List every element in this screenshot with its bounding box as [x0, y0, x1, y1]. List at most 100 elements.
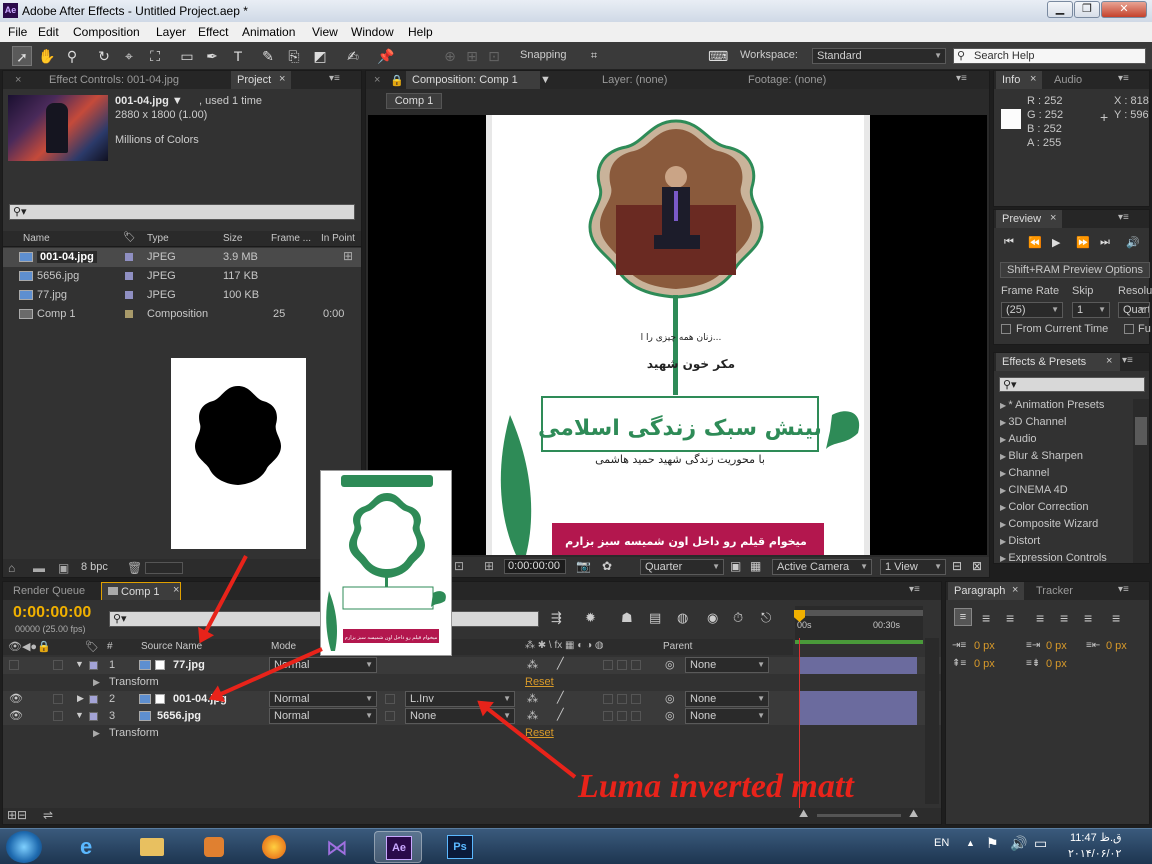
pan-behind-tool-icon[interactable]: ⛶	[145, 46, 165, 66]
quality-switch-icon[interactable]: ╱	[557, 691, 564, 704]
eraser-tool-icon[interactable]: ◩	[310, 46, 330, 66]
effects-category[interactable]: ▶ Expression Controls	[1000, 552, 1107, 563]
flowchart-icon[interactable]: ⊞	[343, 249, 353, 263]
layer-parent-select[interactable]: None	[685, 708, 769, 724]
file-explorer-icon[interactable]	[128, 831, 176, 863]
layer-label-swatch[interactable]	[89, 695, 98, 704]
puppet-pin-tool-icon[interactable]: 📌	[376, 46, 396, 66]
skip-select[interactable]: 1	[1072, 302, 1110, 318]
prev-frame-icon[interactable]: ⏪	[1028, 236, 1042, 249]
space-before-value[interactable]: 0 px	[974, 658, 995, 670]
menu-animation[interactable]: Animation	[242, 25, 295, 39]
selection-tool-icon[interactable]: ➚	[12, 46, 32, 66]
indent-first-value[interactable]: 0 px	[1046, 640, 1067, 652]
indent-left-value[interactable]: 0 px	[974, 640, 995, 652]
clock-date[interactable]: ۲۰۱۴/۰۶/۰۲	[1068, 847, 1121, 860]
pen-tool-icon[interactable]: ✒	[202, 46, 222, 66]
audio-icon[interactable]: 🔊	[1126, 236, 1140, 249]
layer-label-swatch[interactable]	[89, 712, 98, 721]
firefox-icon[interactable]	[250, 831, 298, 863]
label-swatch[interactable]	[125, 291, 133, 299]
time-ruler[interactable]: 00s 00:30s	[795, 606, 923, 644]
tab-close-icon[interactable]: ×	[1050, 212, 1056, 224]
camera-tool-icon[interactable]: ⌖	[119, 46, 139, 66]
panel-close-icon[interactable]: ×	[9, 71, 27, 89]
tab-tracker[interactable]: Tracker	[1030, 582, 1079, 600]
reset-link[interactable]: Reset	[525, 676, 554, 688]
tab-composition[interactable]: Composition: Comp 1	[406, 71, 540, 89]
workspace-select[interactable]: Standard	[812, 48, 946, 64]
view-layout-select[interactable]: 1 View	[880, 559, 946, 575]
full-screen-checkbox[interactable]	[1124, 324, 1134, 334]
layer-mode-select[interactable]: Normal	[269, 708, 377, 724]
panel-menu-icon[interactable]: ▾≡	[1118, 584, 1129, 595]
layer-label-swatch[interactable]	[89, 661, 98, 670]
snap-icon[interactable]: ⌗	[584, 46, 604, 66]
project-item-row[interactable]: Comp 1 Composition 25 0:00	[3, 305, 361, 324]
ram-preview-options[interactable]: Shift+RAM Preview Options	[1000, 262, 1150, 278]
fast-previews-icon[interactable]: ▣	[730, 559, 741, 573]
expand-arrow-icon[interactable]: ▶	[93, 677, 100, 688]
label-swatch[interactable]	[125, 310, 133, 318]
close-button[interactable]: ✕	[1101, 1, 1147, 18]
type-tool-icon[interactable]: T	[228, 46, 248, 66]
work-area-bar[interactable]	[795, 640, 923, 644]
timeline-scrollbar[interactable]	[925, 638, 939, 804]
after-effects-taskbar-icon[interactable]: Ae	[374, 831, 422, 863]
panel-menu-icon[interactable]: ▾≡	[329, 73, 340, 84]
tab-footage[interactable]: Footage: (none)	[742, 71, 832, 89]
frame-blending-icon[interactable]: ▤	[649, 610, 661, 626]
lock-toggle[interactable]	[53, 711, 63, 721]
effects-category[interactable]: ▶ Audio	[1000, 433, 1037, 445]
pickwhip-icon[interactable]: ◎	[665, 709, 675, 722]
menu-view[interactable]: View	[312, 25, 338, 39]
layer-1-transform[interactable]: ▶ Transform Reset	[3, 675, 941, 692]
align-center-icon[interactable]: ≡	[982, 610, 990, 626]
bpc-label[interactable]: 8 bpc	[81, 561, 108, 573]
region-of-interest-icon[interactable]: ⊡	[454, 559, 464, 573]
clone-stamp-tool-icon[interactable]: ⎘	[284, 46, 304, 66]
stopwatch-icon[interactable]: ⏱	[733, 610, 743, 626]
layer-parent-select[interactable]: None	[685, 657, 769, 673]
project-item-row[interactable]: 77.jpg JPEG 100 KB	[3, 286, 361, 305]
mask-tool-icon[interactable]: ▭	[177, 46, 197, 66]
layer-name[interactable]: 77.jpg	[173, 659, 205, 671]
tab-audio[interactable]: Audio	[1048, 71, 1088, 89]
layer-1-duration-bar[interactable]	[799, 657, 917, 674]
minimize-button[interactable]: ▁	[1047, 1, 1073, 18]
visual-studio-icon[interactable]: ⋈	[312, 831, 360, 863]
new-composition-icon[interactable]: ▣	[58, 561, 69, 575]
zoom-tool-icon[interactable]: ⚲	[62, 46, 82, 66]
effects-category[interactable]: ▶ 3D Channel	[1000, 416, 1066, 428]
camera-select[interactable]: Active Camera	[772, 559, 872, 575]
menu-window[interactable]: Window	[351, 25, 394, 39]
layer-3-transform[interactable]: ▶ Transform Reset	[3, 726, 941, 743]
eye-icon[interactable]: 👁	[9, 692, 23, 705]
hand-tool-icon[interactable]: ✋	[37, 46, 57, 66]
layer-3-duration-bar[interactable]	[799, 708, 917, 725]
effects-category[interactable]: ▶ Color Correction	[1000, 501, 1088, 513]
col-name[interactable]: Name	[23, 233, 50, 244]
roto-brush-tool-icon[interactable]: ✍	[343, 46, 363, 66]
reset-link[interactable]: Reset	[525, 727, 554, 739]
media-player-icon[interactable]	[190, 831, 238, 863]
maximize-button[interactable]: ❐	[1074, 1, 1100, 18]
quality-switch-icon[interactable]: ╱	[557, 657, 564, 670]
layer-2-duration-bar[interactable]	[799, 691, 917, 708]
menu-composition[interactable]: Composition	[73, 25, 140, 39]
play-icon[interactable]: ▶	[1052, 236, 1060, 249]
layer-mode-select[interactable]: Normal	[269, 691, 377, 707]
panel-menu-icon[interactable]: ▾≡	[1118, 212, 1129, 223]
language-indicator[interactable]: EN	[934, 837, 949, 849]
lock-icon[interactable]: 🔒	[390, 74, 404, 87]
tab-close-icon[interactable]: ×	[279, 73, 285, 85]
label-swatch[interactable]	[125, 253, 133, 261]
new-folder-icon[interactable]: ▬	[33, 561, 45, 575]
align-right-icon[interactable]: ≡	[1006, 610, 1014, 626]
video-toggle[interactable]	[9, 660, 19, 670]
brush-tool-icon[interactable]: ✎	[258, 46, 278, 66]
col-size[interactable]: Size	[223, 233, 242, 244]
toggle-modes-icon[interactable]: ⇌	[43, 808, 53, 822]
effects-category[interactable]: ▶ * Animation Presets	[1000, 399, 1104, 411]
tab-dropdown-icon[interactable]: ▼	[540, 74, 551, 86]
